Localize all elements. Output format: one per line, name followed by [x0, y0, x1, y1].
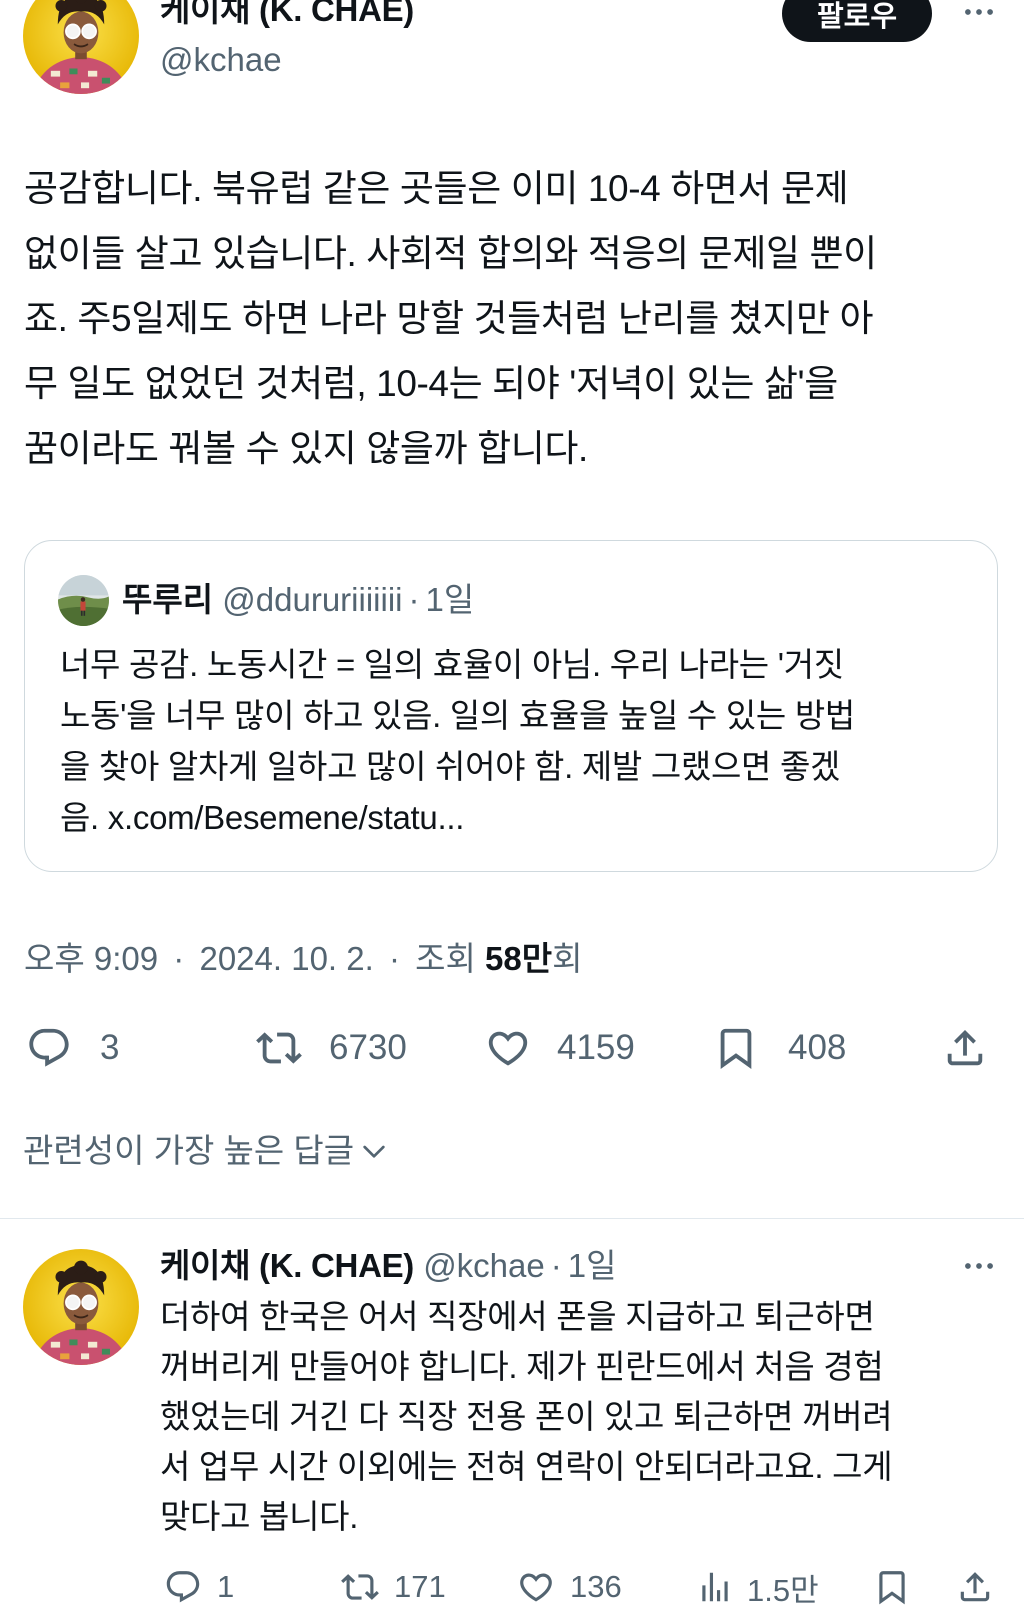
like-button[interactable]: 136: [515, 1568, 622, 1606]
quoted-text-line: 너무 공감. 노동시간 = 일의 효율이 아님. 우리 나라는 '거짓: [60, 646, 844, 683]
quoted-tweet-header: 뚜루리 @ddururiiiiiii · 1일: [122, 579, 474, 621]
quoted-author-name[interactable]: 뚜루리: [122, 581, 213, 618]
separator: ·: [408, 581, 420, 618]
author-handle[interactable]: @kchae: [160, 39, 282, 81]
quoted-author-avatar[interactable]: [58, 575, 109, 626]
reply-button[interactable]: 3: [24, 1025, 119, 1071]
tweet-time[interactable]: 오후 9:09: [24, 940, 158, 977]
bookmark-count: 408: [788, 1028, 847, 1067]
avatar-image: [23, 0, 139, 94]
reply-count: 3: [100, 1028, 120, 1067]
reply-count: 1: [217, 1569, 235, 1604]
share-icon: [947, 1029, 983, 1066]
like-button[interactable]: 4159: [483, 1025, 635, 1071]
like-count: 4159: [557, 1028, 635, 1067]
author-name[interactable]: 케이채 (K. CHAE): [160, 0, 414, 32]
tweet-text-line: 공감합니다. 북유럽 같은 곳들은 이미 10-4 하면서 문제: [24, 168, 849, 209]
reply-icon: [166, 1571, 200, 1603]
reply-time[interactable]: 1일: [568, 1247, 617, 1284]
quoted-author-handle[interactable]: @ddururiiiiiii: [222, 581, 402, 618]
more-icon[interactable]: [960, 1247, 998, 1285]
quoted-text-line: 을 찾아 알차게 일하고 많이 쉬어야 함. 제발 그랬으면 좋겠: [60, 748, 841, 785]
views-icon: [702, 1572, 728, 1602]
reply-author-avatar[interactable]: [23, 1249, 139, 1365]
tweet-date[interactable]: 2024. 10. 2.: [199, 940, 373, 977]
bookmark-button[interactable]: [873, 1568, 911, 1606]
divider: [0, 1218, 1024, 1219]
tweet-text-line: 무 일도 없었던 것처럼, 10-4는 되야 '저녁이 있는 삶'을: [24, 363, 838, 404]
heart-icon: [520, 1573, 552, 1602]
retweet-count: 6730: [329, 1028, 407, 1067]
replies-sort-label: 관련성이 가장 높은 답글: [23, 1132, 355, 1169]
avatar-image: [58, 575, 109, 626]
reply-author-name[interactable]: 케이채 (K. CHAE): [160, 1247, 414, 1284]
reply-text-line: 꺼버리게 만들어야 합니다. 제가 핀란드에서 처음 경험: [160, 1348, 884, 1385]
follow-button[interactable]: 팔로우: [782, 0, 932, 42]
chevron-down-icon: [363, 1145, 385, 1158]
avatar-image: [23, 1249, 139, 1365]
quoted-text-line: 노동'을 너무 많이 하고 있음. 일의 효율을 높일 수 있는 방법: [60, 697, 855, 734]
bookmark-icon: [879, 1571, 905, 1605]
separator: ·: [388, 940, 400, 977]
share-button[interactable]: [955, 1568, 995, 1606]
quoted-text-line: 음. x.com/Besemene/statu...: [60, 799, 465, 836]
like-count: 136: [570, 1569, 622, 1604]
reply-text-line: 했었는데 거긴 다 직장 전용 폰이 있고 퇴근하면 꺼버려: [160, 1398, 893, 1435]
reply-text: 더하여 한국은 어서 직장에서 폰을 지급하고 퇴근하면 꺼버리게 만들어야 합…: [160, 1292, 1018, 1542]
heart-icon: [488, 1031, 528, 1066]
reply-button[interactable]: 1: [163, 1568, 234, 1606]
views-button[interactable]: 1.5만: [696, 1568, 819, 1608]
views-suffix: 회: [552, 940, 583, 977]
tweet-text-line: 꿈이라도 꿔볼 수 있지 않을까 합니다.: [24, 428, 588, 469]
reply-header: 케이채 (K. CHAE) @kchae · 1일: [160, 1245, 616, 1287]
separator: ·: [173, 940, 185, 977]
views-count: 58만: [485, 940, 553, 977]
tweet-text-line: 없이들 살고 있습니다. 사회적 합의와 적응의 문제일 뿐이: [24, 233, 877, 274]
retweet-button[interactable]: 6730: [251, 1025, 407, 1071]
retweet-count: 171: [394, 1569, 446, 1604]
reply-text-line: 더하여 한국은 어서 직장에서 폰을 지급하고 퇴근하면: [160, 1298, 875, 1335]
quoted-tweet-card[interactable]: 뚜루리 @ddururiiiiiii · 1일 너무 공감. 노동시간 = 일의 효…: [24, 540, 998, 872]
views-count: 1.5만: [747, 1572, 819, 1608]
views-label: 조회: [415, 940, 476, 977]
replies-sort-dropdown[interactable]: 관련성이 가장 높은 답글: [23, 1130, 390, 1172]
retweet-button[interactable]: 171: [337, 1568, 446, 1606]
author-avatar[interactable]: [23, 0, 139, 94]
quoted-tweet-text: 너무 공감. 노동시간 = 일의 효율이 아님. 우리 나라는 '거짓 노동'을…: [60, 639, 980, 843]
bookmark-button[interactable]: 408: [712, 1025, 846, 1071]
reply-text-line: 서 업무 시간 이외에는 전혀 연락이 안되더라고요. 그게: [160, 1448, 893, 1485]
retweet-icon: [256, 1032, 302, 1064]
share-button[interactable]: [941, 1025, 989, 1071]
retweet-icon: [341, 1574, 379, 1600]
reply-author-handle[interactable]: @kchae: [423, 1247, 545, 1284]
more-icon[interactable]: [960, 0, 998, 31]
reply-text-line: 맞다고 봅니다.: [160, 1498, 359, 1535]
quoted-tweet-time[interactable]: 1일: [425, 581, 474, 618]
share-icon: [960, 1572, 990, 1602]
follow-button-label: 팔로우: [816, 0, 898, 33]
tweet-text-line: 죠. 주5일제도 하면 나라 망할 것들처럼 난리를 쳤지만 아: [24, 298, 874, 339]
reply-icon: [29, 1028, 69, 1067]
tweet-meta: 오후 9:09 · 2024. 10. 2. · 조회 58만회: [24, 937, 583, 981]
tweet-text: 공감합니다. 북유럽 같은 곳들은 이미 10-4 하면서 문제 없이들 살고 …: [24, 156, 1014, 481]
bookmark-icon: [720, 1028, 752, 1069]
separator: ·: [550, 1247, 562, 1284]
